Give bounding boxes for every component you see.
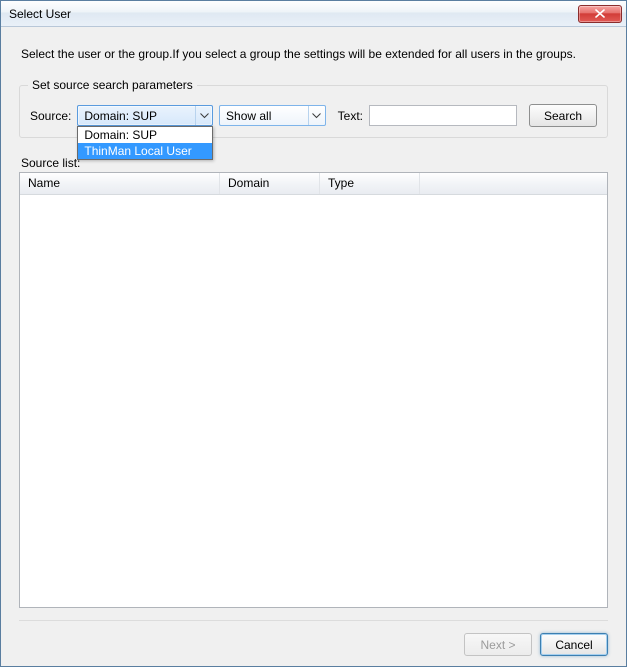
col-domain[interactable]: Domain	[220, 173, 320, 194]
col-name[interactable]: Name	[20, 173, 220, 194]
cancel-button[interactable]: Cancel	[540, 633, 608, 656]
source-list-grid[interactable]: Name Domain Type	[19, 172, 608, 608]
source-dropdown[interactable]: Domain: SUPThinMan Local User	[77, 126, 213, 160]
close-button[interactable]	[578, 5, 622, 23]
source-combo-value: Domain: SUP	[78, 109, 195, 123]
chevron-down-icon	[308, 106, 325, 125]
search-text-input[interactable]	[369, 105, 517, 126]
instruction-text: Select the user or the group.If you sele…	[21, 47, 608, 61]
source-combo[interactable]: Domain: SUP	[77, 105, 213, 126]
source-option[interactable]: Domain: SUP	[78, 127, 212, 143]
next-button: Next >	[464, 633, 532, 656]
chevron-down-icon	[195, 106, 212, 125]
dialog-footer: Next > Cancel	[19, 620, 608, 656]
filter-combo[interactable]: Show all	[219, 105, 326, 126]
search-params-row: Source: Domain: SUP Show all Text:	[30, 104, 597, 127]
search-button[interactable]: Search	[529, 104, 597, 127]
text-label: Text:	[338, 109, 363, 123]
window-title: Select User	[9, 7, 578, 21]
source-option[interactable]: ThinMan Local User	[78, 143, 212, 159]
grid-body	[20, 195, 607, 607]
source-label: Source:	[30, 109, 71, 123]
dialog-window: Select User Select the user or the group…	[0, 0, 627, 667]
col-type[interactable]: Type	[320, 173, 420, 194]
filter-combo-value: Show all	[220, 109, 308, 123]
titlebar: Select User	[1, 1, 626, 27]
grid-header: Name Domain Type	[20, 173, 607, 195]
close-icon	[595, 9, 605, 18]
dialog-body: Select the user or the group.If you sele…	[1, 27, 626, 666]
search-params-legend: Set source search parameters	[28, 78, 197, 92]
col-spacer	[420, 173, 607, 194]
